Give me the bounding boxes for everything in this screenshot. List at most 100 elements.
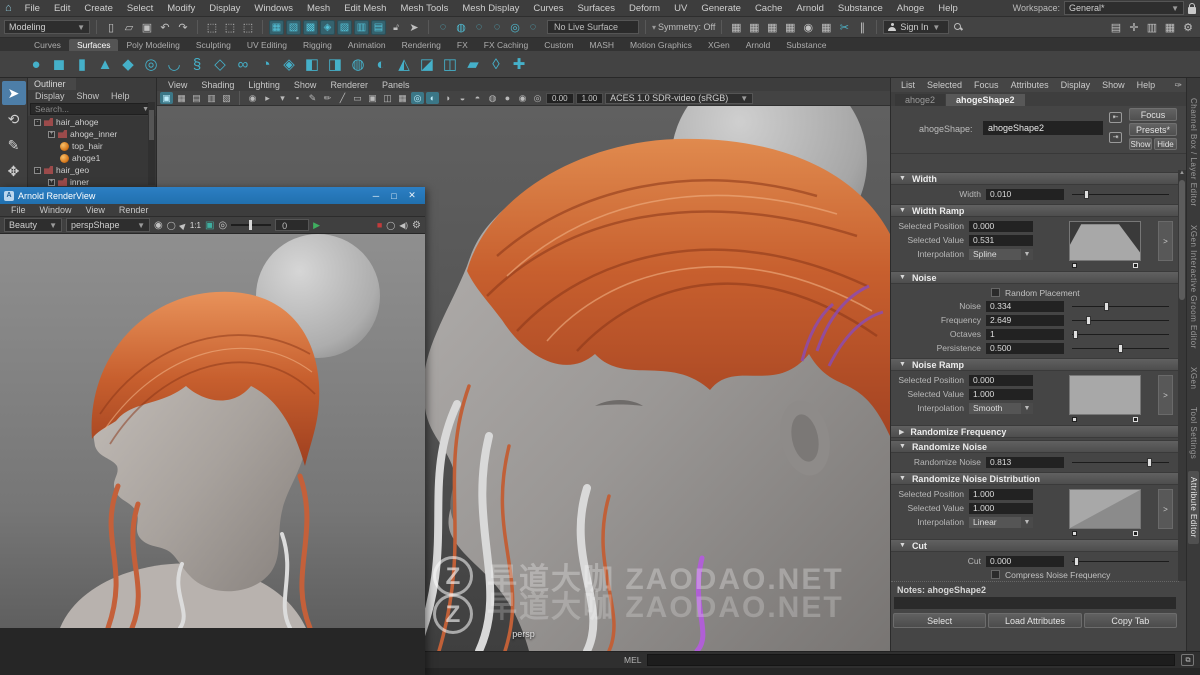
presets-button[interactable]: Presets* bbox=[1129, 123, 1177, 136]
ae-menu-help[interactable]: Help bbox=[1131, 80, 1162, 90]
select-mode-0-icon[interactable]: ⬚ bbox=[204, 19, 220, 35]
surface-tool-20-icon[interactable]: ◊ bbox=[486, 54, 506, 74]
ae-menu-list[interactable]: List bbox=[895, 80, 921, 90]
ramp-preview[interactable] bbox=[1069, 221, 1141, 261]
surface-tool-12-icon[interactable]: ◧ bbox=[302, 54, 322, 74]
shelf-tab-arnold[interactable]: Arnold bbox=[738, 39, 779, 51]
snap-3-icon[interactable]: ◈ bbox=[320, 20, 335, 35]
value-field[interactable]: 0.334 bbox=[986, 301, 1064, 312]
sidebar-tab-xgen[interactable]: XGen bbox=[1188, 361, 1199, 395]
arnold-render-image[interactable] bbox=[0, 234, 425, 628]
viewport-display-13-icon[interactable]: ◑ bbox=[441, 92, 454, 104]
refresh-icon[interactable]: ▶ bbox=[177, 220, 188, 231]
exposure-field[interactable]: 0.00 bbox=[546, 93, 574, 104]
select-button[interactable]: Select bbox=[893, 613, 986, 628]
attribute-slider[interactable] bbox=[1072, 457, 1169, 468]
panel-toggle-0-icon[interactable]: ▤ bbox=[1108, 19, 1124, 35]
surface-tool-18-icon[interactable]: ◫ bbox=[440, 54, 460, 74]
outliner-item-hair_geo[interactable]: -hair_geo bbox=[30, 164, 156, 176]
focus-button[interactable]: Focus bbox=[1129, 108, 1177, 121]
ae-tab-ahogeShape2[interactable]: ahogeShape2 bbox=[946, 94, 1025, 106]
section-header-randomize-frequency[interactable]: ▶Randomize Frequency bbox=[891, 425, 1179, 438]
ramp-key-icon[interactable] bbox=[1072, 263, 1077, 268]
viewport-display-6-icon[interactable]: ╱ bbox=[336, 92, 349, 104]
sidebar-tab-xgen-interactive-groom-editor[interactable]: XGen Interactive Groom Editor bbox=[1188, 219, 1199, 355]
next-node-icon[interactable]: ⇥ bbox=[1109, 132, 1122, 143]
section-header-randomize-noise-distribution[interactable]: ▼Randomize Noise Distribution bbox=[891, 472, 1179, 485]
ae-menu-attributes[interactable]: Attributes bbox=[1005, 80, 1055, 90]
viewport-display-18-icon[interactable]: ◉ bbox=[516, 92, 529, 104]
maya-home-icon[interactable]: ⌂ bbox=[0, 2, 18, 14]
stop-render-icon[interactable]: ■ bbox=[377, 220, 382, 230]
surface-tool-11-icon[interactable]: ◈ bbox=[279, 54, 299, 74]
menu-item-mesh[interactable]: Mesh bbox=[300, 3, 337, 14]
value-field[interactable]: 0.010 bbox=[986, 189, 1064, 200]
ae-menu-selected[interactable]: Selected bbox=[921, 80, 968, 90]
ae-menu-show[interactable]: Show bbox=[1096, 80, 1131, 90]
menu-item-ahoge[interactable]: Ahoge bbox=[890, 3, 931, 14]
chevron-down-icon[interactable]: ▾ bbox=[652, 23, 656, 32]
value-field[interactable]: 0.813 bbox=[986, 457, 1064, 468]
viewport-menu-renderer[interactable]: Renderer bbox=[323, 80, 375, 90]
menu-item-deform[interactable]: Deform bbox=[622, 3, 667, 14]
interpolation-dropdown[interactable]: Spline▼ bbox=[969, 249, 1033, 260]
lasso-select-tool[interactable]: ⟲ bbox=[2, 107, 26, 131]
menu-item-edit-mesh[interactable]: Edit Mesh bbox=[337, 3, 393, 14]
lock-selection-icon[interactable]: 🔓︎ bbox=[388, 19, 404, 35]
slider-handle[interactable] bbox=[1118, 344, 1123, 353]
scissors-icon[interactable]: ✂ bbox=[836, 19, 852, 35]
surface-tool-17-icon[interactable]: ◪ bbox=[417, 54, 437, 74]
snap-2-icon[interactable]: ▩ bbox=[303, 20, 318, 35]
value-field[interactable]: 0.500 bbox=[986, 343, 1064, 354]
checkbox-compress-noise-frequency[interactable] bbox=[991, 570, 1000, 579]
surface-tool-21-icon[interactable]: ✚ bbox=[509, 54, 529, 74]
viewport-display-11-icon[interactable]: ◎ bbox=[411, 92, 424, 104]
crop-region-icon[interactable]: ▣ bbox=[205, 220, 214, 231]
shelf-tab-custom[interactable]: Custom bbox=[536, 39, 581, 51]
surface-tool-6-icon[interactable]: ◡ bbox=[164, 54, 184, 74]
shelf-tab-fx[interactable]: FX bbox=[449, 39, 476, 51]
lock-icon[interactable] bbox=[1188, 7, 1196, 14]
surface-tool-1-icon[interactable]: ◼ bbox=[49, 54, 69, 74]
symmetry-selector[interactable]: Symmetry: Off bbox=[658, 22, 715, 32]
viewport-tool-0-icon[interactable]: ▣ bbox=[160, 92, 173, 104]
menu-item-mesh-tools[interactable]: Mesh Tools bbox=[393, 3, 455, 14]
shelf-tab-xgen[interactable]: XGen bbox=[700, 39, 738, 51]
viewport-tool-2-icon[interactable]: ▤ bbox=[190, 92, 203, 104]
menu-item-windows[interactable]: Windows bbox=[247, 3, 300, 14]
surface-tool-3-icon[interactable]: ▲ bbox=[95, 54, 115, 74]
outliner-item-top_hair[interactable]: top_hair bbox=[30, 140, 156, 152]
outliner-item-hair_ahoge[interactable]: -hair_ahoge bbox=[30, 116, 156, 128]
snap-5-icon[interactable]: ▥ bbox=[354, 20, 369, 35]
attribute-editor-scrollbar[interactable]: ▲ bbox=[1178, 170, 1186, 581]
ramp-preview[interactable] bbox=[1069, 375, 1141, 415]
select-mode-2-icon[interactable]: ⬚ bbox=[240, 19, 256, 35]
viewport-display-2-icon[interactable]: ▾ bbox=[276, 92, 289, 104]
anim-toggle-3-icon[interactable]: ▦ bbox=[782, 19, 798, 35]
script-editor-icon[interactable]: ⧉ bbox=[1181, 654, 1194, 666]
menu-item-create[interactable]: Create bbox=[77, 3, 120, 14]
gamma-field[interactable]: 1.00 bbox=[576, 93, 604, 104]
viewport-display-9-icon[interactable]: ◫ bbox=[381, 92, 394, 104]
file-op-4-icon[interactable]: ↷ bbox=[175, 19, 191, 35]
section-header-width-ramp[interactable]: ▼Width Ramp bbox=[891, 204, 1179, 217]
attribute-slider[interactable] bbox=[1072, 315, 1169, 326]
arnold-menu-render[interactable]: Render bbox=[112, 205, 156, 215]
ae-menu-focus[interactable]: Focus bbox=[968, 80, 1005, 90]
section-header-noise-ramp[interactable]: ▼Noise Ramp bbox=[891, 358, 1179, 371]
menu-item-generate[interactable]: Generate bbox=[694, 3, 748, 14]
menu-item-mesh-display[interactable]: Mesh Display bbox=[455, 3, 526, 14]
headphones-icon[interactable]: ◯ bbox=[386, 221, 395, 230]
live-surface-field[interactable]: No Live Surface bbox=[547, 20, 639, 34]
value-field[interactable]: 0.000 bbox=[969, 375, 1033, 386]
menu-item-help[interactable]: Help bbox=[931, 3, 965, 14]
section-header-noise[interactable]: ▼Noise bbox=[891, 271, 1179, 284]
shelf-tab-poly-modeling[interactable]: Poly Modeling bbox=[118, 39, 187, 51]
snapshot-icon[interactable]: ◉ bbox=[154, 220, 163, 231]
surface-tool-8-icon[interactable]: ◇ bbox=[210, 54, 230, 74]
viewport-display-12-icon[interactable]: ◐ bbox=[426, 92, 439, 104]
section-header-width[interactable]: ▼Width bbox=[891, 172, 1179, 185]
interpolation-dropdown[interactable]: Smooth▼ bbox=[969, 403, 1033, 414]
viewport-display-16-icon[interactable]: ◍ bbox=[486, 92, 499, 104]
anim-toggle-0-icon[interactable]: ▦ bbox=[728, 19, 744, 35]
